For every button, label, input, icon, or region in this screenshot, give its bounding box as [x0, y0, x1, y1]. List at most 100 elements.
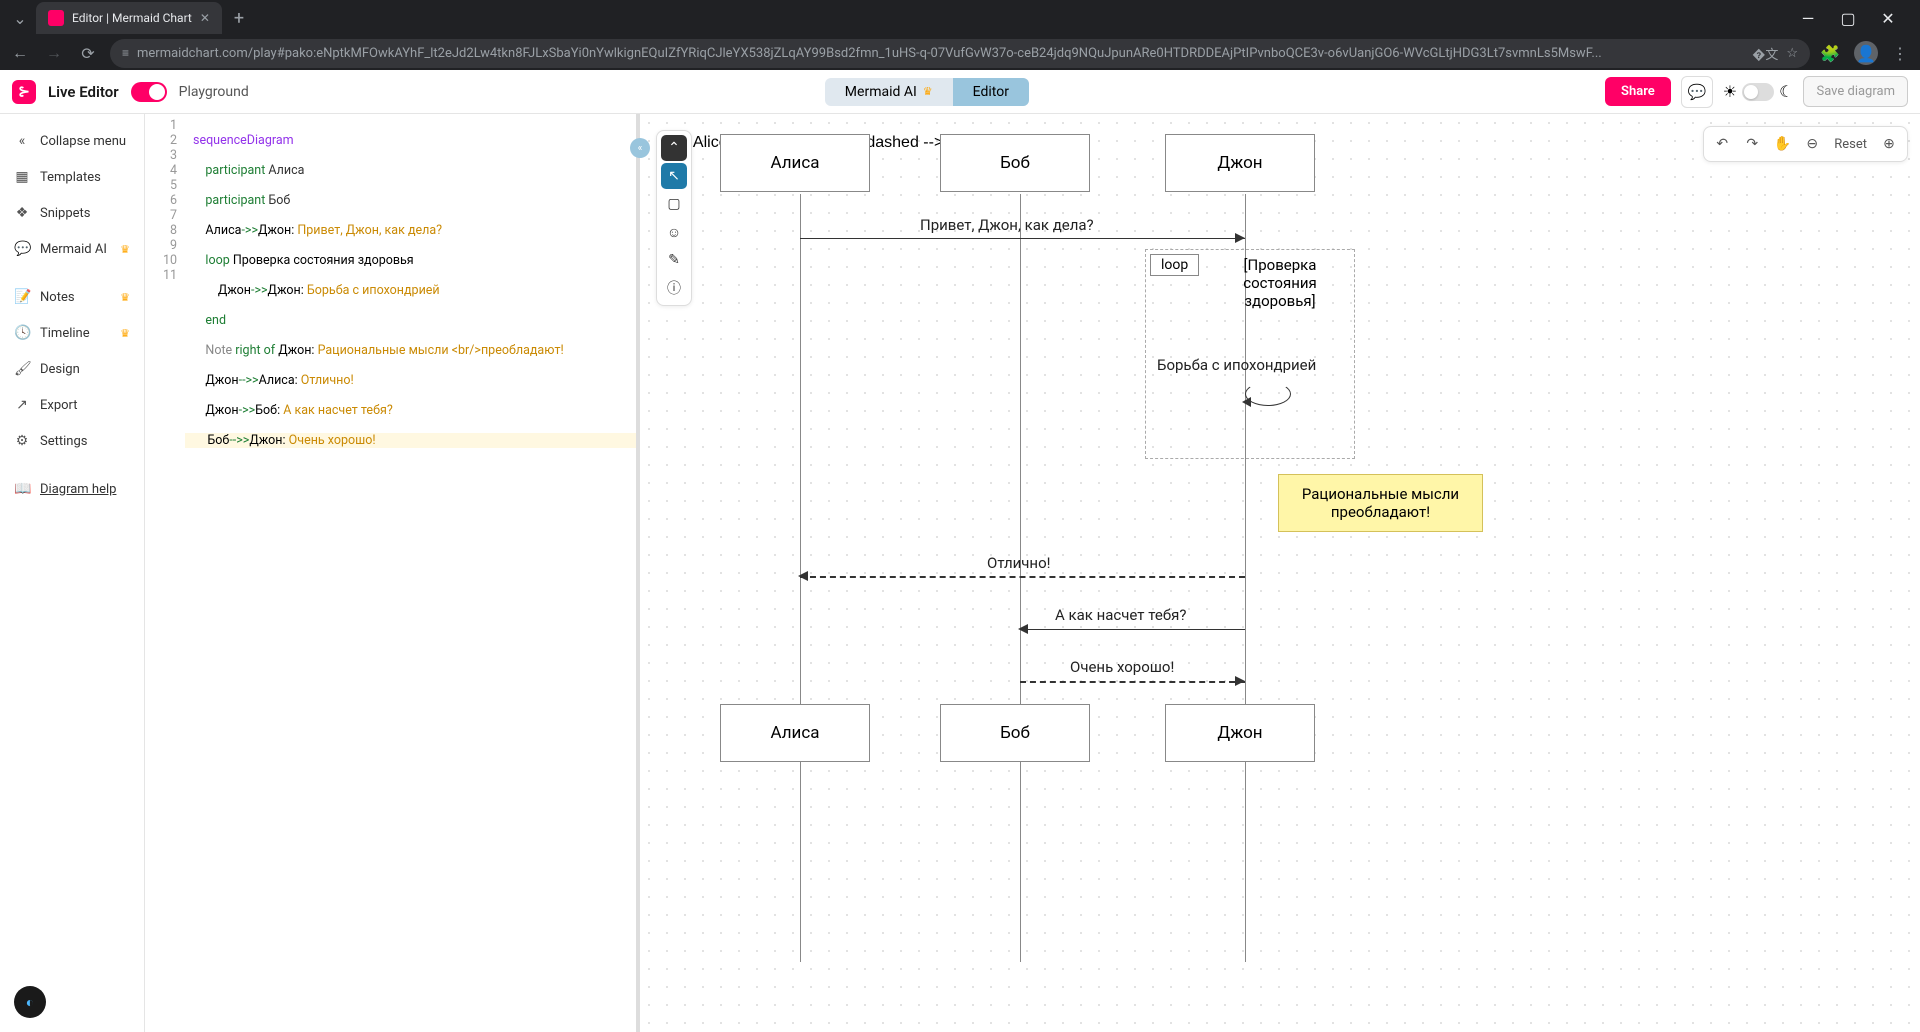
loop-title: [Проверка состояния здоровья]	[1210, 256, 1350, 310]
sequence-diagram: Алиса Боб Джон Привет, Джон, как дела? l…	[680, 134, 1900, 1022]
sidebar-notes[interactable]: 📝Notes♛	[0, 280, 144, 314]
menu-icon[interactable]: ⋮	[1892, 44, 1908, 63]
sidebar-settings[interactable]: ⚙Settings	[0, 424, 144, 458]
sidebar-diagram-help[interactable]: 📖Diagram help	[0, 472, 144, 506]
timeline-icon: 🕓	[14, 325, 30, 341]
preview-pane[interactable]: ⌃ ↖ ▢ ☺ ✎ ⓘ ↶ ↷ ✋ ⊖ Reset ⊕ А	[640, 114, 1920, 1032]
crown-icon: ♛	[120, 327, 130, 340]
header-title: Live Editor	[48, 83, 119, 101]
app: ⊱ Live Editor Playground Mermaid AI ♛ Ed…	[0, 70, 1920, 1032]
back-icon[interactable]: ←	[8, 43, 32, 63]
sidebar-timeline[interactable]: 🕓Timeline♛	[0, 316, 144, 350]
url-text: mermaidchart.com/play#pako:eNptkMFOwkAYh…	[137, 46, 1744, 61]
sidebar-snippets[interactable]: ❖Snippets	[0, 196, 144, 230]
bookmark-icon[interactable]: ☆	[1786, 46, 1798, 61]
export-icon: ↗	[14, 397, 30, 413]
header-actions: Share 💬 ☀ ☾ Save diagram	[1605, 76, 1908, 108]
new-tab-button[interactable]: +	[226, 8, 252, 29]
tab-editor[interactable]: Editor	[953, 78, 1029, 106]
drawing-toolbar: ⌃ ↖ ▢ ☺ ✎ ⓘ	[656, 130, 692, 306]
actor-john-top[interactable]: Джон	[1165, 134, 1315, 192]
code-content[interactable]: sequenceDiagram participant Алиса partic…	[185, 114, 636, 1032]
profile-icon[interactable]: 👤	[1854, 41, 1878, 65]
notes-icon: 📝	[14, 289, 30, 305]
playground-toggle[interactable]	[131, 82, 167, 102]
app-header: ⊱ Live Editor Playground Mermaid AI ♛ Ed…	[0, 70, 1920, 114]
browser-tab[interactable]: Editor | Mermaid Chart ✕	[36, 2, 222, 34]
actor-tool-icon[interactable]: ☺	[661, 219, 687, 245]
collapse-tools-icon[interactable]: ⌃	[661, 135, 687, 161]
reset-zoom-button[interactable]: Reset	[1828, 137, 1873, 152]
playground-label: Playground	[179, 84, 249, 100]
msg-hello-line	[800, 238, 1245, 239]
select-tool-icon[interactable]: ↖	[661, 163, 687, 189]
view-toolbar: ↶ ↷ ✋ ⊖ Reset ⊕	[1703, 126, 1908, 162]
arrow-icon	[798, 571, 808, 581]
actor-alice-bottom[interactable]: Алиса	[720, 704, 870, 762]
arrow-icon	[1242, 397, 1251, 407]
undo-icon[interactable]: ↶	[1708, 131, 1736, 157]
lifeline-bob	[1020, 194, 1021, 962]
forward-icon[interactable]: →	[42, 43, 66, 63]
nav-bar: ← → ⟳ ≡ mermaidchart.com/play#pako:eNptk…	[0, 36, 1920, 70]
actor-john-bottom[interactable]: Джон	[1165, 704, 1315, 762]
maximize-icon[interactable]: ▢	[1836, 9, 1860, 28]
shape-tool-icon[interactable]: ▢	[661, 191, 687, 217]
save-diagram-button[interactable]: Save diagram	[1803, 76, 1908, 107]
theme-switch[interactable]	[1742, 83, 1774, 101]
site-info-icon[interactable]: ≡	[122, 46, 129, 60]
extensions-icon[interactable]: 🧩	[1820, 44, 1840, 63]
comment-button[interactable]: 💬	[1681, 76, 1713, 108]
msg-hello: Привет, Джон, как дела?	[920, 216, 1094, 234]
msg-how-about-you: А как насчет тебя?	[1055, 606, 1186, 624]
share-button[interactable]: Share	[1605, 77, 1671, 106]
info-tool-icon[interactable]: ⓘ	[661, 275, 687, 301]
tab-search-icon[interactable]: ⌄	[8, 6, 32, 30]
loop-label: loop	[1150, 254, 1199, 276]
design-icon: 🖌	[14, 361, 30, 377]
help-widget-icon[interactable]: ◐	[14, 986, 46, 1018]
templates-icon: ▦	[14, 169, 30, 185]
book-icon: 📖	[14, 481, 30, 497]
actor-bob-top[interactable]: Боб	[940, 134, 1090, 192]
redo-icon[interactable]: ↷	[1738, 131, 1766, 157]
sidebar: «Collapse menu ▦Templates ❖Snippets 💬Mer…	[0, 114, 145, 1032]
chevron-left-icon: «	[14, 133, 30, 149]
close-tab-icon[interactable]: ✕	[200, 11, 210, 25]
sidebar-collapse-menu[interactable]: «Collapse menu	[0, 124, 144, 158]
msg-very-good-line	[1020, 681, 1245, 683]
msg-how-about-you-line	[1020, 629, 1245, 630]
minimize-icon[interactable]: —	[1796, 9, 1820, 28]
sidebar-design[interactable]: 🖌Design	[0, 352, 144, 386]
crown-icon: ♛	[923, 85, 933, 98]
arrow-icon	[1018, 624, 1028, 634]
sidebar-mermaid-ai[interactable]: 💬Mermaid AI♛	[0, 232, 144, 266]
crown-icon: ♛	[120, 243, 130, 256]
line-gutter: 1234567891011	[145, 114, 185, 1032]
actor-alice-top[interactable]: Алиса	[720, 134, 870, 192]
code-editor[interactable]: 1234567891011 sequenceDiagram participan…	[145, 114, 640, 1032]
chat-icon: 💬	[14, 241, 30, 257]
close-window-icon[interactable]: ✕	[1876, 9, 1900, 28]
tab-favicon-icon	[48, 10, 64, 26]
url-bar[interactable]: ≡ mermaidchart.com/play#pako:eNptkMFOwkA…	[110, 39, 1810, 68]
zoom-out-icon[interactable]: ⊖	[1798, 131, 1826, 157]
pen-tool-icon[interactable]: ✎	[661, 247, 687, 273]
zoom-in-icon[interactable]: ⊕	[1875, 131, 1903, 157]
logo-icon[interactable]: ⊱	[12, 80, 36, 104]
pan-icon[interactable]: ✋	[1768, 131, 1796, 157]
browser-chrome: ⌄ Editor | Mermaid Chart ✕ + — ▢ ✕ ← → ⟳…	[0, 0, 1920, 70]
moon-icon: ☾	[1779, 82, 1793, 101]
sidebar-export[interactable]: ↗Export	[0, 388, 144, 422]
actor-bob-bottom[interactable]: Боб	[940, 704, 1090, 762]
tab-mermaid-ai[interactable]: Mermaid AI ♛	[825, 78, 953, 106]
crown-icon: ♛	[120, 291, 130, 304]
translate-icon[interactable]: �文	[1752, 44, 1778, 63]
collapse-editor-icon[interactable]: «	[630, 138, 650, 158]
snippets-icon: ❖	[14, 205, 30, 221]
sidebar-templates[interactable]: ▦Templates	[0, 160, 144, 194]
gear-icon: ⚙	[14, 433, 30, 449]
theme-toggle[interactable]: ☀ ☾	[1723, 82, 1794, 101]
app-body: «Collapse menu ▦Templates ❖Snippets 💬Mer…	[0, 114, 1920, 1032]
reload-icon[interactable]: ⟳	[76, 44, 100, 63]
